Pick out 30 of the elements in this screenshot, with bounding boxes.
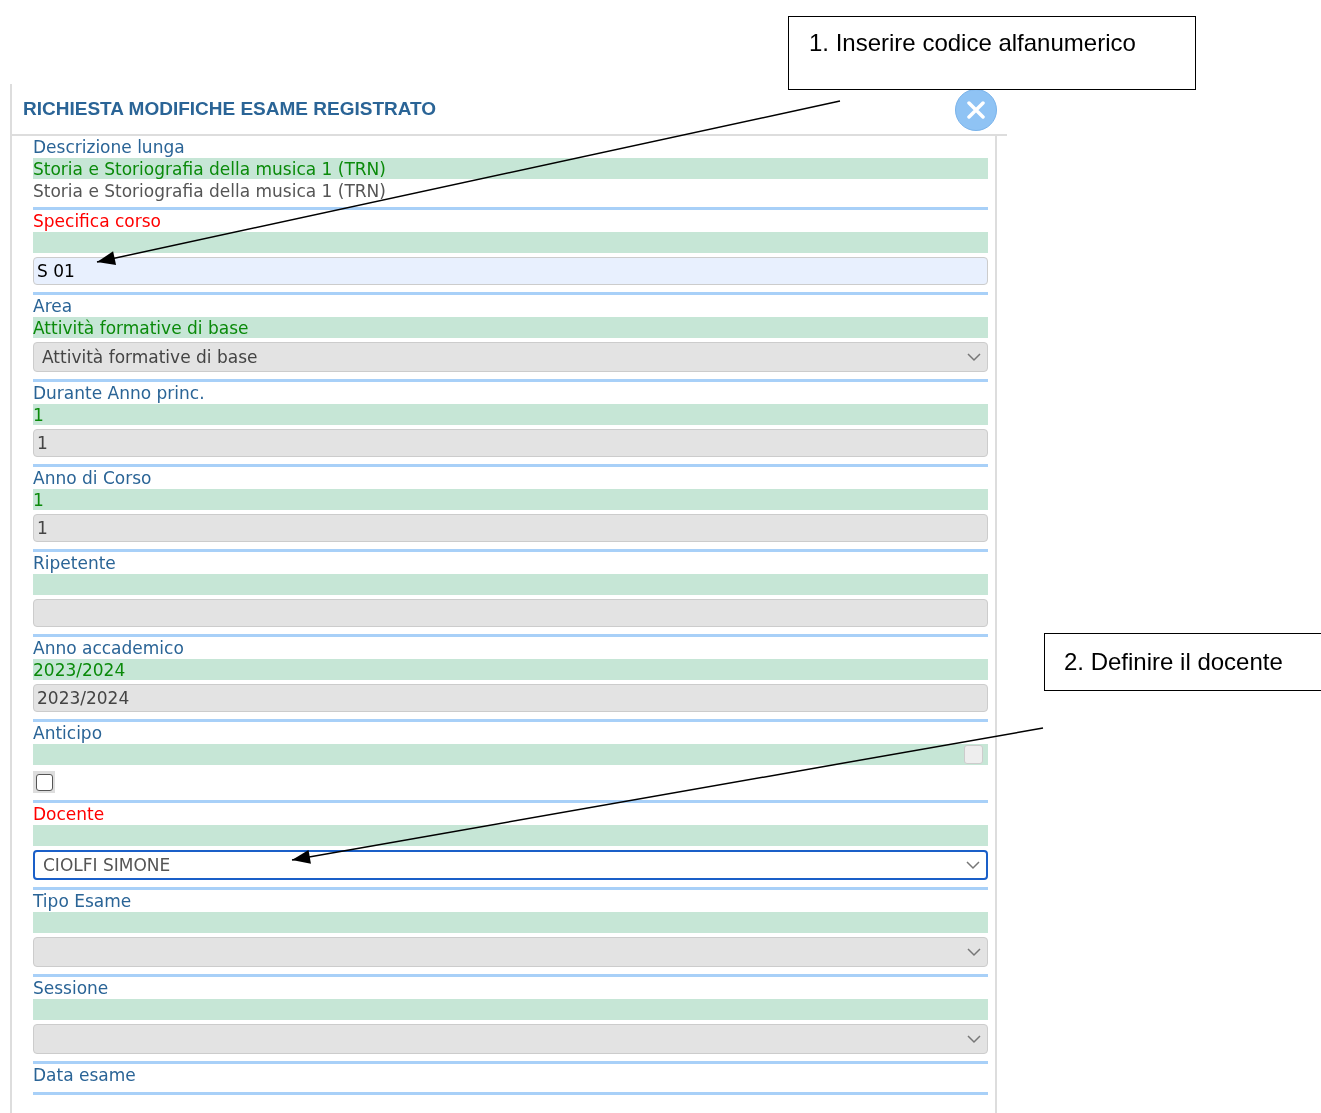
close-button[interactable] (955, 89, 997, 131)
chevron-icon (967, 1034, 981, 1044)
field-label: Data esame (33, 1065, 137, 1085)
field-label: Descrizione lunga (33, 137, 186, 157)
close-icon (967, 101, 985, 119)
current-value-bar: 1 (33, 489, 988, 510)
field-label: Anno di Corso (33, 468, 153, 488)
input-field[interactable]: S 01 (33, 257, 988, 285)
callout-note: 1. Inserire codice alfanumerico (788, 16, 1196, 90)
callout-note: 2. Definire il docente (1044, 633, 1321, 691)
field-label: Tipo Esame (33, 891, 133, 911)
field-label: Sessione (33, 978, 110, 998)
chevron-icon (967, 352, 981, 362)
field-label: Ripetente (33, 553, 117, 573)
current-value-bar: 2023/2024 (33, 659, 988, 680)
field-label: Anno accademico (33, 638, 185, 658)
field-label: Durante Anno princ. (33, 383, 206, 403)
field-label: Specifica corso (33, 211, 162, 231)
chevron-icon (966, 860, 980, 870)
current-value-bar: 1 (33, 404, 988, 425)
field-label: Anticipo (33, 723, 104, 743)
field-value: Storia e Storiografia della musica 1 (TRN) (33, 180, 387, 203)
current-value-bar: Attività formative di base (33, 317, 988, 338)
chevron-icon (967, 947, 981, 957)
field-label: Docente (33, 804, 106, 824)
current-value-bar: Storia e Storiografia della musica 1 (TRN) (33, 158, 988, 179)
field-label: Area (33, 296, 74, 316)
dropdown-field[interactable]: CIOLFI SIMONE (33, 850, 988, 880)
dialog-title: RICHIESTA MODIFICHE ESAME REGISTRATO (23, 98, 437, 120)
checkbox[interactable] (33, 771, 55, 793)
